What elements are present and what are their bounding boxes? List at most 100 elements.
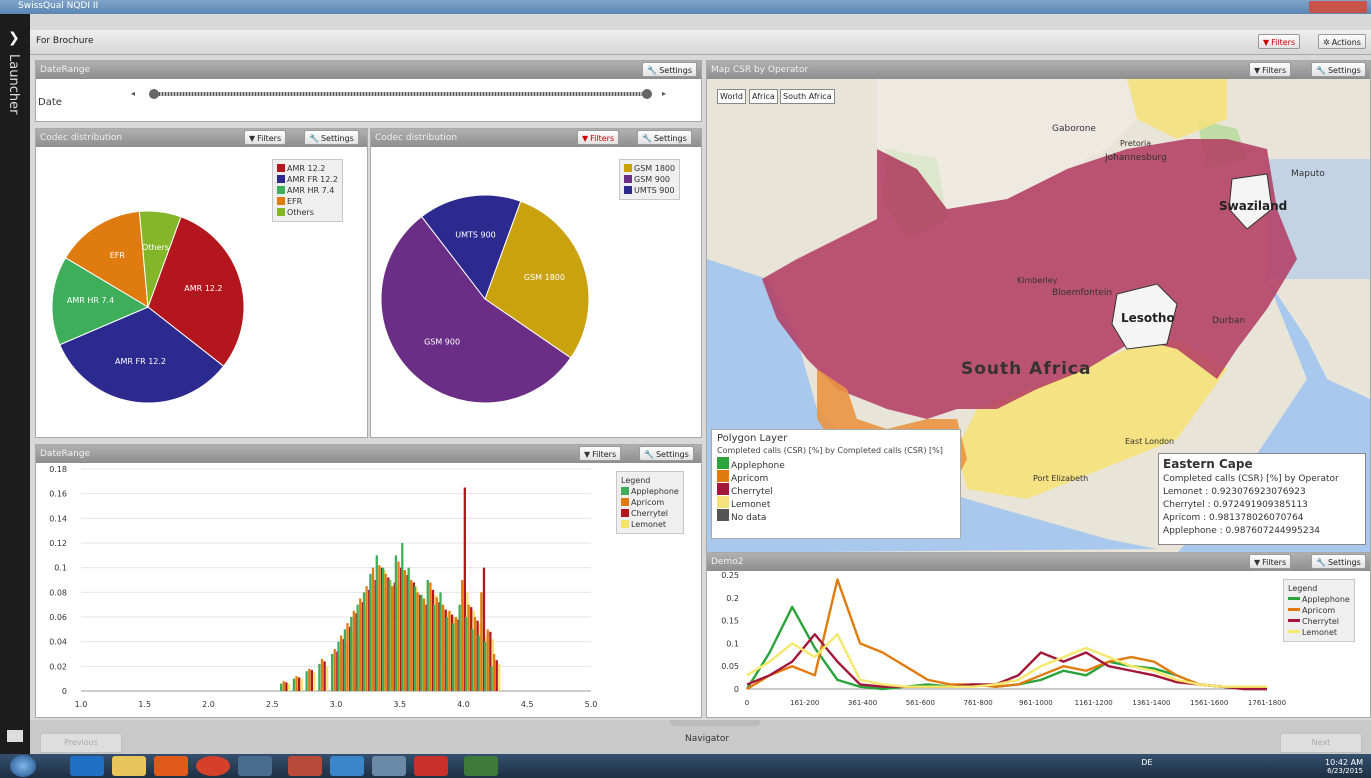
bar	[403, 570, 407, 691]
legend-item: GSM 900	[624, 174, 675, 185]
explorer-icon[interactable]	[112, 756, 146, 776]
ie-icon[interactable]	[70, 756, 104, 776]
y-tick-label: 0	[62, 687, 67, 696]
legend-swatch	[624, 175, 632, 183]
app-window-icon[interactable]	[238, 756, 272, 776]
filters-button[interactable]: ▼ Filters	[1249, 554, 1292, 569]
previous-button[interactable]: Previous	[40, 733, 122, 753]
filters-button[interactable]: ▼ Filters	[244, 130, 287, 145]
workspace-toolbar: For Brochure ▼ Filters ✲ Actions	[30, 30, 1371, 55]
legend-swatch	[717, 470, 729, 482]
map-africa-button[interactable]: Africa	[749, 89, 778, 104]
settings-button[interactable]: 🔧 Settings	[304, 130, 359, 145]
start-button-icon[interactable]	[10, 755, 36, 777]
legend-title: Legend	[621, 476, 651, 485]
bar	[382, 567, 385, 691]
bar	[477, 635, 480, 691]
filters-button[interactable]: ▼ Filters	[577, 130, 620, 145]
legend-item: Applephone	[621, 486, 679, 497]
legend-swatch	[1288, 608, 1300, 611]
y-tick-label: 0.04	[49, 638, 67, 647]
legend-label: Cherrytel	[631, 509, 669, 518]
bar	[416, 592, 419, 691]
x-tick-label: 1.5	[138, 700, 151, 709]
codec-distribution-panel-right: Codec distribution ▼ Filters 🔧 Settings GS…	[370, 128, 702, 438]
slider-prev-arrow[interactable]: ◂	[131, 89, 135, 98]
bar	[359, 598, 362, 691]
app-green-icon[interactable]	[464, 756, 498, 776]
expand-launcher-icon[interactable]: ❯	[8, 30, 20, 46]
slider-next-arrow[interactable]: ▸	[662, 89, 666, 98]
filters-button[interactable]: ▼ Filters	[1249, 62, 1292, 77]
chrome-icon[interactable]	[196, 756, 230, 776]
app-blue-icon[interactable]	[330, 756, 364, 776]
legend-swatch	[717, 483, 729, 495]
y-tick-label: 0.25	[721, 571, 739, 580]
legend-label: AMR 12.2	[287, 164, 326, 173]
settings-button[interactable]: 🔧 Settings	[637, 130, 692, 145]
legend-item: EFR	[277, 196, 338, 207]
settings-button[interactable]: 🔧 Settings	[639, 446, 694, 461]
tools-icon[interactable]	[372, 756, 406, 776]
window-title: SwissQual NQDI II	[18, 1, 99, 11]
legend-item: Lemonet	[1288, 627, 1350, 638]
region-row: Apricom : 0.981378026070764	[1163, 513, 1304, 523]
legend-label: Applephone	[1302, 595, 1350, 604]
bar	[439, 592, 442, 691]
global-filters-button[interactable]: ▼ Filters	[1258, 34, 1301, 49]
map-label-maputo: Maputo	[1291, 169, 1325, 179]
legend-item: GSM 1800	[624, 163, 675, 174]
x-tick-label: 3.0	[330, 700, 343, 709]
window-controls[interactable]	[1309, 1, 1367, 13]
x-tick-label: 1361-1400	[1132, 699, 1170, 707]
filters-button[interactable]: ▼ Filters	[579, 446, 622, 461]
language-indicator[interactable]: DE	[1141, 758, 1152, 767]
map-canvas[interactable]: World Africa South Africa South Africa L…	[707, 79, 1370, 553]
slider-end-handle[interactable]	[642, 89, 652, 99]
mail-icon[interactable]	[7, 730, 23, 742]
legend-swatch	[277, 175, 285, 183]
actions-button[interactable]: ✲ Actions	[1318, 34, 1366, 49]
bar	[397, 561, 400, 691]
wrench-icon: 🔧	[1316, 66, 1326, 75]
bar	[452, 623, 455, 691]
map-label-durban: Durban	[1212, 316, 1246, 326]
launcher-sidebar[interactable]: ❯ Launcher	[0, 14, 30, 754]
demo2-panel: Demo2 ▼ Filters 🔧 Settings 0 0.05 0.1 0.15 0.2…	[706, 552, 1371, 718]
map-south-africa-button[interactable]: South Africa	[780, 89, 835, 104]
bar	[375, 555, 378, 691]
y-tick-label: 0.18	[49, 465, 67, 474]
settings-button[interactable]: 🔧 Settings	[1311, 554, 1366, 569]
clock-time[interactable]: 10:42 AM	[1325, 758, 1363, 767]
pie-slice-label: GSM 900	[424, 337, 460, 346]
legend-swatch	[621, 520, 629, 528]
panel-title: Codec distribution	[375, 133, 458, 143]
bar	[390, 586, 394, 691]
map-label-swaziland: Swaziland	[1219, 199, 1288, 213]
bar	[313, 672, 316, 691]
bar	[297, 677, 301, 691]
panel-title: DateRange	[40, 449, 91, 459]
legend-label: Apricom	[631, 498, 665, 507]
polygon-legend-item: Applephone	[717, 457, 955, 471]
panel-title: Codec distribution	[40, 133, 123, 143]
media-player-icon[interactable]	[154, 756, 188, 776]
date-slider-track[interactable]	[153, 92, 651, 96]
bar	[339, 635, 343, 691]
navigator-grip[interactable]	[670, 720, 760, 726]
app-red-icon[interactable]	[288, 756, 322, 776]
bar	[320, 658, 324, 691]
polygon-legend-item: No data	[717, 509, 955, 523]
map-world-button[interactable]: World	[717, 89, 746, 104]
workspace-name: For Brochure	[36, 36, 94, 46]
settings-button[interactable]: 🔧 Settings	[1311, 62, 1366, 77]
next-button[interactable]: Next	[1280, 733, 1362, 753]
legend-item: Apricom	[621, 497, 679, 508]
gear-icon: ✲	[1323, 38, 1330, 47]
x-tick-label: 561-600	[906, 699, 935, 707]
slider-start-handle[interactable]	[149, 89, 159, 99]
map-label-bloemfontein: Bloemfontein	[1052, 288, 1113, 298]
legend-swatch	[717, 457, 729, 469]
settings-button[interactable]: 🔧 Settings	[642, 62, 697, 77]
app-stack-icon[interactable]	[414, 756, 448, 776]
